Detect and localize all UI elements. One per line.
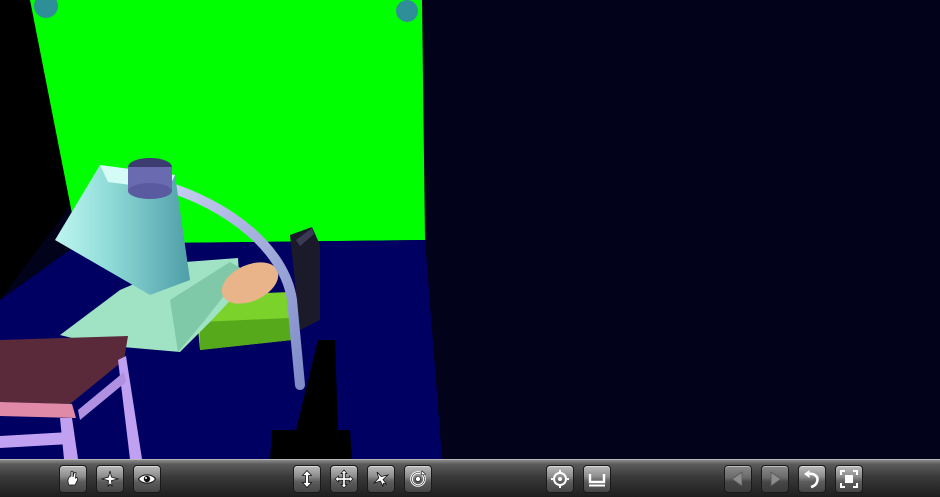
seek-button[interactable] — [546, 465, 574, 493]
move-up-down-button[interactable] — [293, 465, 321, 493]
lamp-base — [270, 430, 352, 459]
triangle-right-icon — [770, 471, 782, 487]
hand-icon — [67, 470, 79, 486]
triangle-left-icon — [731, 471, 743, 487]
fly-mode-button[interactable] — [96, 465, 124, 493]
return-button[interactable] — [798, 465, 826, 493]
previous-viewpoint-button[interactable] — [724, 465, 752, 493]
move-cross-button[interactable] — [330, 465, 358, 493]
up-down-arrows-icon — [301, 469, 313, 489]
3d-viewport[interactable] — [0, 0, 940, 459]
next-viewpoint-button[interactable] — [761, 465, 789, 493]
straighten-button[interactable] — [583, 465, 611, 493]
examine-mode-button[interactable] — [133, 465, 161, 493]
fit-all-button[interactable] — [835, 465, 863, 493]
crosshair-icon — [551, 470, 569, 488]
lamp-cap-bottom — [128, 183, 172, 199]
rotate-icon — [410, 470, 427, 487]
corner-sphere-right — [396, 0, 418, 22]
four-way-arrows-icon — [334, 469, 354, 489]
pan-mode-button[interactable] — [59, 465, 87, 493]
plane-icon — [100, 470, 120, 488]
tilt-button[interactable] — [367, 465, 395, 493]
table-rail — [0, 402, 76, 418]
tilt-icon — [372, 471, 390, 488]
rotate-button[interactable] — [404, 465, 432, 493]
eye-icon — [137, 474, 157, 484]
fit-frame-icon — [840, 470, 858, 488]
level-icon — [588, 474, 606, 487]
viewer-toolbar — [0, 459, 940, 497]
scene-canvas[interactable] — [0, 0, 940, 459]
return-arrow-icon — [804, 470, 819, 489]
